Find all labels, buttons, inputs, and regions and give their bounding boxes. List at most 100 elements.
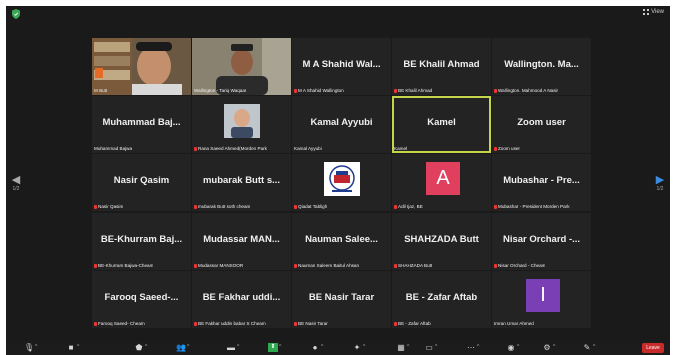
participant-display-name: Kamal Ayyubi bbox=[310, 117, 373, 128]
participant-name-label: Wallington - Tariq Waqaar bbox=[194, 88, 247, 93]
participant-tile[interactable]: Wallington. Ma... Wallington. Mahmood A N… bbox=[492, 38, 591, 95]
leave-button[interactable]: Leave bbox=[642, 343, 664, 353]
participant-tile[interactable]: SHAHZADA Butt SHAHZADA Butt bbox=[392, 213, 491, 270]
security-icon[interactable]: ⬟ ^ bbox=[134, 343, 148, 352]
chevron-left-icon: ◀ bbox=[11, 174, 21, 186]
participant-tile[interactable]: A Adil Ijaz, BE bbox=[392, 154, 491, 211]
participant-tile[interactable]: Mudassar MAN... Mudassar MANSOOR bbox=[192, 213, 291, 270]
whiteboard-icon[interactable]: ▭ ^ bbox=[424, 343, 437, 352]
participant-tile[interactable]: Farooq Saeed-... Farooq Saeed- Cheam bbox=[92, 271, 191, 328]
participant-display-name: M A Shahid Wal... bbox=[302, 59, 381, 70]
participant-tile[interactable]: Qiadat Tabligh bbox=[292, 154, 391, 211]
participant-name-label: M Butt bbox=[94, 88, 108, 93]
muted-mic-icon bbox=[194, 321, 197, 326]
participant-name-label: Muhammad Bajwa bbox=[94, 146, 133, 151]
participant-tile[interactable]: mubarak Butt s... mubarak Butt soth cheam bbox=[192, 154, 291, 211]
participant-video bbox=[192, 38, 291, 95]
muted-mic-icon bbox=[394, 204, 397, 209]
next-page-button[interactable]: ▶ 1/2 bbox=[654, 173, 666, 193]
participant-tile[interactable]: Mubashar - Pre... Mubashar - President Mo… bbox=[492, 154, 591, 211]
chevron-up-icon[interactable]: ^ bbox=[553, 343, 555, 352]
participant-display-name: Kamel bbox=[427, 117, 456, 128]
participant-tile[interactable]: BE Khalil Ahmad BE Khalil Ahmad bbox=[392, 38, 491, 95]
participant-tile[interactable]: M A Shahid Wal... M A Shahid Wallington bbox=[292, 38, 391, 95]
chevron-up-icon[interactable]: ^ bbox=[517, 343, 519, 352]
muted-mic-icon bbox=[494, 88, 497, 93]
chevron-up-icon[interactable]: ^ bbox=[363, 343, 365, 352]
participant-tile[interactable]: Kamal Ayyubi Kamal Ayyubi bbox=[292, 96, 391, 153]
participant-tile[interactable]: BE Fakhar uddi... BE Fakhar uddin babar S… bbox=[192, 271, 291, 328]
meeting-toolbar: Leave 🎙 ^ ■ ^ ⬟ ^ 👥 ^ ▬ ^ ⬆ ^ ● ^ ✦ ^ ▦ ^ ▭ ^ ⋯ ^ ◉ ^ ⚙ ^ ✎ ^ bbox=[6, 341, 670, 355]
participant-tile[interactable]: Kamel Kamel bbox=[392, 96, 491, 153]
participant-tile[interactable]: Zoom user Zoom user bbox=[492, 96, 591, 153]
participant-display-name: Nauman Salee... bbox=[305, 234, 378, 245]
more-icon[interactable]: ⋯ ^ bbox=[466, 343, 479, 352]
participant-name-label: Kamel bbox=[394, 146, 408, 151]
participant-name-label: M A Shahid Wallington bbox=[294, 88, 344, 93]
participant-tile[interactable]: BE - Zafar Aftab BE - Zafar Aftab bbox=[392, 271, 491, 328]
participant-display-name: Mudassar MAN... bbox=[203, 234, 280, 245]
view-button[interactable]: View bbox=[643, 9, 664, 15]
muted-mic-icon bbox=[94, 263, 97, 268]
participant-display-name: BE - Zafar Aftab bbox=[405, 292, 478, 303]
participant-name-label: Nauman Saleem Baitul Ahsan bbox=[294, 263, 359, 268]
muted-mic-icon bbox=[194, 263, 197, 268]
shield-icon[interactable] bbox=[12, 9, 20, 19]
chevron-up-icon[interactable]: ^ bbox=[407, 343, 409, 352]
muted-mic-icon bbox=[194, 146, 197, 151]
chevron-up-icon[interactable]: ^ bbox=[593, 343, 595, 352]
muted-mic-icon bbox=[494, 146, 497, 151]
mic-icon[interactable]: 🎙 ^ bbox=[24, 343, 37, 352]
participant-name-label: Nisar Orchard - Cheam bbox=[494, 263, 545, 268]
participant-tile[interactable]: Nauman Salee... Nauman Saleem Baitul Ahsa… bbox=[292, 213, 391, 270]
participant-tile[interactable]: M Butt bbox=[92, 38, 191, 95]
participant-tile[interactable]: Nasir Qasim Nasir Qasim bbox=[92, 154, 191, 211]
participant-display-name: SHAHZADA Butt bbox=[404, 234, 479, 245]
chevron-up-icon[interactable]: ^ bbox=[35, 343, 37, 352]
video-icon[interactable]: ■ ^ bbox=[66, 343, 80, 352]
participant-display-name: mubarak Butt s... bbox=[202, 175, 281, 186]
muted-mic-icon bbox=[494, 204, 497, 209]
participant-name-label: Kamal Ayyubi bbox=[294, 146, 322, 151]
next-page-indicator: 1/2 bbox=[656, 186, 664, 192]
prev-page-indicator: 1/2 bbox=[12, 186, 20, 192]
muted-mic-icon bbox=[94, 321, 97, 326]
organization-logo bbox=[324, 162, 360, 196]
participant-tile[interactable]: Wallington - Tariq Waqaar bbox=[192, 38, 291, 95]
participant-tile[interactable]: Nisar Orchard -... Nisar Orchard - Cheam bbox=[492, 213, 591, 270]
participant-tile[interactable]: BE Nasir Tarar BE Nasir Tarar bbox=[292, 271, 391, 328]
chevron-up-icon[interactable]: ^ bbox=[477, 343, 479, 352]
camera-icon[interactable]: ◉ ^ bbox=[506, 343, 520, 352]
participant-name-label: Farooq Saeed- Cheam bbox=[94, 321, 145, 326]
participant-display-name: Muhammad Baj... bbox=[102, 117, 181, 128]
share-screen-icon[interactable]: ⬆ ^ bbox=[268, 343, 281, 352]
chevron-up-icon[interactable]: ^ bbox=[77, 343, 79, 352]
participant-display-name: BE-Khurram Baj... bbox=[100, 234, 183, 245]
chevron-up-icon[interactable]: ^ bbox=[187, 343, 189, 352]
muted-mic-icon bbox=[94, 204, 97, 209]
prev-page-button[interactable]: ◀ 1/2 bbox=[10, 173, 22, 193]
participant-tile[interactable]: Rana Saeed Ahmed(Morden Park bbox=[192, 96, 291, 153]
settings-icon[interactable]: ⚙ ^ bbox=[542, 343, 555, 352]
reactions-icon[interactable]: ✦ ^ bbox=[352, 343, 366, 352]
participant-display-name: Nasir Qasim bbox=[113, 175, 170, 186]
participant-display-name: Mubashar - Pre... bbox=[503, 175, 580, 186]
participant-tile[interactable]: Muhammad Baj... Muhammad Bajwa bbox=[92, 96, 191, 153]
participant-photo bbox=[224, 104, 260, 138]
participants-icon[interactable]: 👥 ^ bbox=[176, 343, 189, 352]
notes-icon[interactable]: ✎ ^ bbox=[582, 343, 596, 352]
apps-icon[interactable]: ▦ ^ bbox=[396, 343, 409, 352]
chevron-up-icon[interactable]: ^ bbox=[321, 343, 323, 352]
muted-mic-icon bbox=[294, 263, 297, 268]
participant-name-label: BE-Khurram Bajwa-Cheam bbox=[94, 263, 153, 268]
muted-mic-icon bbox=[294, 88, 297, 93]
record-icon[interactable]: ● ^ bbox=[310, 343, 324, 352]
participant-tile[interactable]: BE-Khurram Baj... BE-Khurram Bajwa-Cheam bbox=[92, 213, 191, 270]
muted-mic-icon bbox=[394, 88, 397, 93]
chat-icon[interactable]: ▬ ^ bbox=[226, 343, 239, 352]
chevron-up-icon[interactable]: ^ bbox=[279, 343, 281, 352]
chevron-up-icon[interactable]: ^ bbox=[145, 343, 147, 352]
participant-tile[interactable]: I Imran Umar Ahmed bbox=[492, 271, 591, 328]
chevron-up-icon[interactable]: ^ bbox=[435, 343, 437, 352]
chevron-up-icon[interactable]: ^ bbox=[237, 343, 239, 352]
